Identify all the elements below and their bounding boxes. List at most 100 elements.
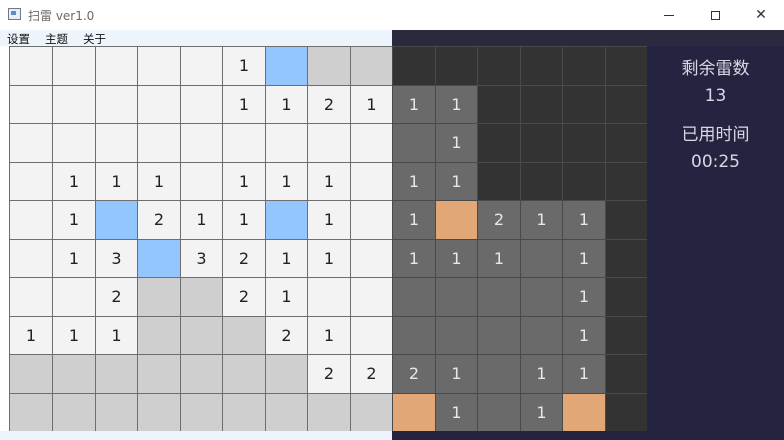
mine-cell-open[interactable] bbox=[350, 316, 393, 355]
mine-cell-covered[interactable] bbox=[605, 239, 648, 278]
mine-cell-open[interactable] bbox=[477, 354, 521, 394]
close-button[interactable]: ✕ bbox=[738, 0, 784, 30]
mine-cell-number[interactable]: 2 bbox=[307, 85, 351, 124]
mine-cell-highlighted[interactable] bbox=[562, 393, 606, 432]
mine-cell-open[interactable] bbox=[52, 277, 96, 317]
mine-cell-number[interactable]: 1 bbox=[477, 239, 521, 278]
mine-cell-number[interactable]: 2 bbox=[95, 277, 138, 317]
mine-cell-number[interactable]: 1 bbox=[52, 316, 96, 355]
mine-cell-covered[interactable] bbox=[222, 393, 266, 432]
mine-cell-open[interactable] bbox=[392, 123, 436, 163]
mine-cell-covered[interactable] bbox=[562, 123, 606, 163]
mine-cell-number[interactable]: 2 bbox=[477, 200, 521, 240]
mine-cell-open[interactable] bbox=[520, 277, 563, 317]
mine-cell-covered[interactable] bbox=[605, 316, 648, 355]
mine-cell-covered[interactable] bbox=[137, 316, 181, 355]
mine-cell-open[interactable] bbox=[9, 85, 53, 124]
mine-cell-open[interactable] bbox=[137, 46, 181, 86]
mine-cell-covered[interactable] bbox=[605, 354, 648, 394]
mine-cell-number[interactable]: 1 bbox=[265, 239, 308, 278]
mine-cell-open[interactable] bbox=[9, 200, 53, 240]
mine-cell-highlighted[interactable] bbox=[137, 239, 181, 278]
mine-cell-covered[interactable] bbox=[95, 354, 138, 394]
mine-cell-open[interactable] bbox=[9, 46, 53, 86]
mine-cell-open[interactable] bbox=[477, 393, 521, 432]
mine-cell-number[interactable]: 1 bbox=[562, 200, 606, 240]
mine-cell-number[interactable]: 1 bbox=[392, 200, 436, 240]
mine-cell-number[interactable]: 1 bbox=[435, 85, 478, 124]
mine-cell-covered[interactable] bbox=[605, 46, 648, 86]
mine-cell-covered[interactable] bbox=[95, 393, 138, 432]
mine-cell-open[interactable] bbox=[520, 316, 563, 355]
mine-cell-covered[interactable] bbox=[137, 393, 181, 432]
mine-cell-open[interactable] bbox=[477, 316, 521, 355]
mine-cell-covered[interactable] bbox=[520, 162, 563, 201]
mine-cell-number[interactable]: 1 bbox=[307, 316, 351, 355]
mine-cell-number[interactable]: 1 bbox=[435, 123, 478, 163]
mine-cell-open[interactable] bbox=[350, 200, 393, 240]
mine-cell-number[interactable]: 1 bbox=[562, 277, 606, 317]
mine-cell-open[interactable] bbox=[9, 239, 53, 278]
mine-cell-number[interactable]: 2 bbox=[222, 277, 266, 317]
mine-cell-number[interactable]: 3 bbox=[95, 239, 138, 278]
mine-cell-covered[interactable] bbox=[477, 46, 521, 86]
mine-cell-highlighted[interactable] bbox=[265, 46, 308, 86]
mine-cell-number[interactable]: 1 bbox=[52, 162, 96, 201]
mine-cell-number[interactable]: 1 bbox=[95, 162, 138, 201]
mine-cell-open[interactable] bbox=[392, 277, 436, 317]
menu-about[interactable]: 关于 bbox=[83, 31, 106, 47]
mine-cell-number[interactable]: 2 bbox=[265, 316, 308, 355]
mine-cell-covered[interactable] bbox=[392, 46, 436, 86]
mine-cell-number[interactable]: 2 bbox=[222, 239, 266, 278]
mine-cell-number[interactable]: 3 bbox=[180, 239, 223, 278]
mine-cell-covered[interactable] bbox=[605, 162, 648, 201]
mine-cell-number[interactable]: 1 bbox=[435, 239, 478, 278]
mine-cell-number[interactable]: 1 bbox=[520, 200, 563, 240]
mine-cell-open[interactable] bbox=[180, 123, 223, 163]
mine-cell-number[interactable]: 1 bbox=[392, 162, 436, 201]
mine-cell-number[interactable]: 1 bbox=[95, 316, 138, 355]
mine-cell-covered[interactable] bbox=[265, 354, 308, 394]
mine-cell-covered[interactable] bbox=[180, 354, 223, 394]
mine-cell-number[interactable]: 2 bbox=[137, 200, 181, 240]
mine-cell-number[interactable]: 2 bbox=[307, 354, 351, 394]
mine-cell-covered[interactable] bbox=[605, 393, 648, 432]
mine-cell-number[interactable]: 1 bbox=[265, 162, 308, 201]
mine-cell-open[interactable] bbox=[435, 277, 478, 317]
mine-cell-covered[interactable] bbox=[222, 354, 266, 394]
mine-cell-open[interactable] bbox=[265, 123, 308, 163]
mine-cell-number[interactable]: 1 bbox=[9, 316, 53, 355]
mine-cell-open[interactable] bbox=[392, 316, 436, 355]
mine-cell-number[interactable]: 1 bbox=[562, 239, 606, 278]
mine-cell-open[interactable] bbox=[95, 46, 138, 86]
mine-cell-open[interactable] bbox=[350, 123, 393, 163]
mine-cell-number[interactable]: 1 bbox=[52, 200, 96, 240]
mine-cell-number[interactable]: 1 bbox=[562, 354, 606, 394]
mine-cell-covered[interactable] bbox=[605, 277, 648, 317]
mine-cell-open[interactable] bbox=[180, 85, 223, 124]
mine-cell-covered[interactable] bbox=[605, 123, 648, 163]
mine-cell-covered[interactable] bbox=[180, 277, 223, 317]
mine-cell-open[interactable] bbox=[477, 277, 521, 317]
mine-cell-covered[interactable] bbox=[307, 393, 351, 432]
mine-cell-number[interactable]: 1 bbox=[52, 239, 96, 278]
mine-cell-covered[interactable] bbox=[52, 393, 96, 432]
mine-cell-open[interactable] bbox=[95, 85, 138, 124]
mine-cell-open[interactable] bbox=[52, 123, 96, 163]
minimize-button[interactable] bbox=[646, 0, 692, 30]
mine-cell-covered[interactable] bbox=[137, 277, 181, 317]
mine-cell-covered[interactable] bbox=[520, 85, 563, 124]
mine-cell-number[interactable]: 1 bbox=[435, 354, 478, 394]
mine-cell-covered[interactable] bbox=[562, 46, 606, 86]
mine-cell-number[interactable]: 1 bbox=[392, 239, 436, 278]
mine-cell-number[interactable]: 1 bbox=[520, 354, 563, 394]
mine-cell-open[interactable] bbox=[307, 277, 351, 317]
mine-cell-open[interactable] bbox=[95, 123, 138, 163]
mine-cell-covered[interactable] bbox=[137, 354, 181, 394]
mine-cell-number[interactable]: 1 bbox=[137, 162, 181, 201]
mine-cell-number[interactable]: 1 bbox=[265, 85, 308, 124]
mine-cell-open[interactable] bbox=[307, 123, 351, 163]
mine-cell-open[interactable] bbox=[52, 85, 96, 124]
mine-cell-open[interactable] bbox=[435, 316, 478, 355]
mine-cell-highlighted[interactable] bbox=[435, 200, 478, 240]
